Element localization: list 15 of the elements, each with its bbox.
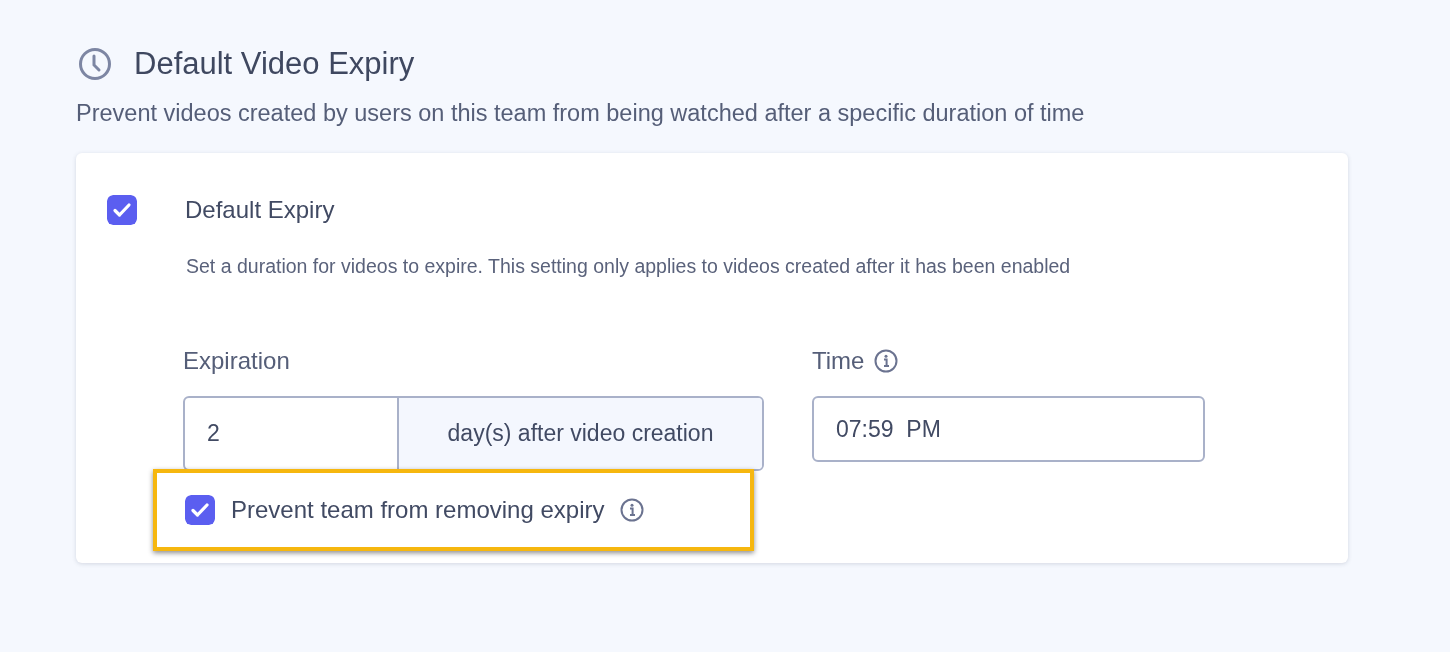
checkbox[interactable] (185, 495, 215, 525)
field-label: Time (812, 347, 865, 375)
time-input[interactable]: 07:59 PM (812, 396, 1205, 462)
section-description: Prevent videos created by users on this team from being watched after a specific duration of time (76, 100, 1086, 127)
info-icon[interactable] (874, 349, 899, 373)
option-description: Set a duration for videos to expire. This setting only applies to videos created after it has been enabled (186, 255, 1072, 278)
option-label: Default Expiry (185, 196, 335, 224)
expiration-field[interactable]: 2 day(s) after video creation (183, 396, 764, 471)
field-label: Expiration (183, 347, 290, 375)
checkbox[interactable] (107, 195, 137, 225)
checkbox-label: Prevent team from removing expiry (231, 496, 605, 524)
info-icon[interactable] (620, 498, 645, 522)
unit-addon: day(s) after video creation (399, 398, 762, 469)
section-title: Default Video Expiry (134, 46, 415, 82)
clock-icon (78, 47, 112, 81)
